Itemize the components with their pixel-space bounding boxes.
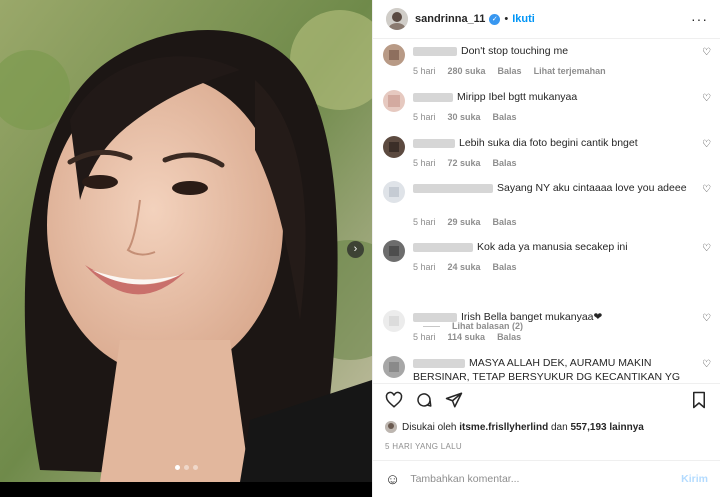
comment-input[interactable] bbox=[410, 473, 641, 485]
comment-age: 5 hari bbox=[413, 112, 436, 122]
author-avatar[interactable] bbox=[386, 8, 408, 30]
comment-avatar[interactable] bbox=[383, 240, 405, 262]
comment-likes[interactable]: 24 suka bbox=[448, 262, 481, 272]
heart-icon[interactable]: ♡ bbox=[702, 139, 711, 150]
reply-button[interactable]: Balas bbox=[498, 66, 522, 76]
comment-text: Sayang NY aku cintaaaa love you adeee bbox=[497, 182, 687, 194]
comment-likes[interactable]: 72 suka bbox=[448, 158, 481, 168]
reply-button[interactable]: Balas bbox=[493, 158, 517, 168]
comments-list[interactable]: Don't stop touching me 5 hari 280 suka B… bbox=[373, 39, 720, 383]
carousel-dot bbox=[192, 465, 198, 470]
comment-avatar[interactable] bbox=[383, 90, 405, 112]
heart-icon[interactable]: ♡ bbox=[702, 47, 711, 58]
heart-icon[interactable]: ♡ bbox=[702, 243, 711, 254]
comment-likes[interactable]: 29 suka bbox=[448, 217, 481, 227]
comment-age: 5 hari bbox=[413, 66, 436, 76]
comment-text: Miripp Ibel bgtt mukanyaa bbox=[457, 91, 578, 103]
comment-text: Don't stop touching me bbox=[461, 45, 569, 57]
likes-count[interactable]: 557,193 lainnya bbox=[570, 422, 643, 433]
likes-summary: Disukai oleh itsme.frisllyherlind dan 55… bbox=[373, 416, 720, 438]
post-side-panel: sandrinna_11 ✓ • Ikuti ··· Don't stop to… bbox=[372, 0, 720, 497]
verified-badge-icon: ✓ bbox=[489, 13, 501, 25]
see-translation-link[interactable]: Lihat terjemahan bbox=[534, 66, 606, 76]
comment-text: Irish Bella banget mukanyaa❤ bbox=[461, 311, 603, 323]
comment-avatar[interactable] bbox=[383, 356, 405, 378]
blurred-username[interactable] bbox=[413, 242, 473, 252]
liker-username[interactable]: itsme.frisllyherlind bbox=[459, 422, 548, 433]
heart-icon[interactable]: ♡ bbox=[702, 313, 711, 324]
comment-likes[interactable]: 114 suka bbox=[448, 332, 486, 342]
blurred-username[interactable] bbox=[413, 138, 455, 148]
blurred-username[interactable] bbox=[413, 183, 493, 193]
comment-bubble-icon[interactable] bbox=[415, 391, 433, 409]
comment-text: Lebih suka dia foto begini cantik bnget bbox=[459, 137, 638, 149]
comment-avatar[interactable] bbox=[383, 310, 405, 332]
comment-age: 5 hari bbox=[413, 262, 436, 272]
heart-icon[interactable]: ♡ bbox=[702, 184, 711, 195]
comment-avatar[interactable] bbox=[383, 136, 405, 158]
comment-text: Kok ada ya manusia secakep ini bbox=[477, 241, 628, 253]
heart-icon[interactable]: ♡ bbox=[702, 93, 711, 104]
chevron-right-icon: › bbox=[353, 243, 358, 255]
emoji-icon[interactable]: ☺ bbox=[385, 471, 400, 488]
share-paper-plane-icon[interactable] bbox=[445, 391, 463, 409]
post-header: sandrinna_11 ✓ • Ikuti ··· bbox=[373, 0, 720, 39]
blurred-username[interactable] bbox=[413, 92, 453, 102]
next-photo-button[interactable]: › bbox=[347, 241, 364, 258]
reply-button[interactable]: Balas bbox=[493, 217, 517, 227]
comment-likes[interactable]: 30 suka bbox=[448, 112, 481, 122]
bookmark-icon[interactable] bbox=[690, 391, 708, 409]
post-photo[interactable] bbox=[0, 0, 372, 482]
author-username[interactable]: sandrinna_11 bbox=[415, 13, 485, 25]
post-actions-bar bbox=[373, 383, 720, 416]
post-timestamp[interactable]: 5 HARI YANG LALU bbox=[373, 438, 720, 460]
add-comment-bar: ☺ Kirim bbox=[373, 460, 720, 497]
carousel-dot bbox=[183, 465, 189, 470]
likes-middle: dan bbox=[550, 421, 568, 433]
comment-avatar[interactable] bbox=[383, 44, 405, 66]
comment-age: 5 hari bbox=[413, 158, 436, 168]
follow-button[interactable]: Ikuti bbox=[512, 13, 535, 25]
reply-button[interactable]: Balas bbox=[497, 332, 521, 342]
photo-pane: › bbox=[0, 0, 372, 497]
liker-avatar[interactable] bbox=[385, 421, 397, 433]
post-comment-button[interactable]: Kirim bbox=[681, 473, 708, 485]
comment-likes[interactable]: 280 suka bbox=[448, 66, 486, 76]
more-horizontal-icon[interactable]: ··· bbox=[691, 11, 708, 27]
separator-dot: • bbox=[504, 13, 509, 25]
blurred-username[interactable] bbox=[413, 46, 457, 56]
likes-prefix: Disukai oleh bbox=[402, 421, 457, 433]
blurred-username[interactable] bbox=[413, 358, 465, 368]
comment-age: 5 hari bbox=[413, 332, 436, 342]
instagram-post-viewer: › sandrinna_11 ✓ • Ikuti ··· Don't stop … bbox=[0, 0, 720, 497]
carousel-dot bbox=[174, 465, 180, 470]
heart-icon[interactable]: ♡ bbox=[702, 359, 711, 370]
reply-button[interactable]: Balas bbox=[493, 262, 517, 272]
carousel-dots bbox=[0, 465, 372, 470]
comment-avatar[interactable] bbox=[383, 181, 405, 203]
reply-button[interactable]: Balas bbox=[493, 112, 517, 122]
blurred-username[interactable] bbox=[413, 312, 457, 322]
like-heart-icon[interactable] bbox=[385, 391, 403, 409]
comment-age: 5 hari bbox=[413, 217, 436, 227]
